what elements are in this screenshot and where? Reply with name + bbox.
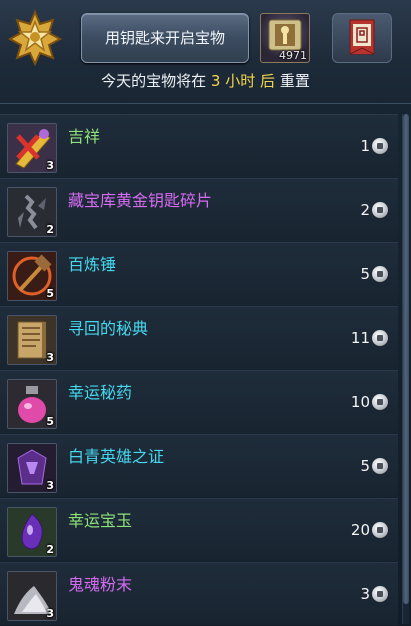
price-value: 3 (360, 585, 370, 603)
gem-icon: 2 (7, 507, 57, 557)
item-name: 寻回的秘典 (68, 319, 149, 338)
item-quantity: 5 (46, 415, 54, 428)
item-quantity: 3 (46, 607, 54, 620)
item-quantity: 2 (46, 543, 54, 556)
item-name: 幸运秘药 (68, 383, 133, 402)
open-with-key-button[interactable]: 用钥匙来开启宝物 (81, 13, 249, 63)
key-count: 4971 (279, 49, 307, 62)
price-value: 5 (360, 457, 370, 475)
header: 用钥匙来开启宝物 4971 今天的宝物将在 3 小时 后 重置 (0, 0, 411, 104)
item-quantity: 3 (46, 159, 54, 172)
price-value: 1 (360, 137, 370, 155)
scroll-thumb[interactable] (403, 114, 409, 604)
item-quantity: 5 (46, 287, 54, 300)
golden-key-slot[interactable]: 4971 (260, 13, 310, 63)
item-name: 藏宝库黄金钥匙碎片 (68, 191, 213, 210)
reset-suffix: 重置 (279, 72, 310, 90)
reset-unit: 小时 (225, 72, 256, 90)
list-item[interactable]: 3 寻回的秘典 11 (0, 306, 398, 369)
coin-icon (372, 202, 388, 218)
item-price: 5 (360, 456, 388, 476)
price-value: 5 (360, 265, 370, 283)
item-name: 白青英雄之证 (68, 447, 165, 466)
coin-icon (372, 138, 388, 154)
item-quantity: 3 (46, 351, 54, 364)
item-name: 百炼锤 (68, 255, 117, 274)
reset-hours: 3 (210, 72, 221, 90)
rank-emblem-icon (6, 8, 64, 67)
list-item[interactable]: 5 百炼锤 5 (0, 242, 398, 305)
item-price: 3 (360, 584, 388, 604)
treasure-shop-panel: 用钥匙来开启宝物 4971 今天的宝物将在 3 小时 后 重置 3 吉祥 1 2… (0, 0, 411, 626)
item-price: 1 (360, 136, 388, 156)
item-name: 幸运宝玉 (68, 511, 133, 530)
item-quantity: 2 (46, 223, 54, 236)
price-value: 2 (360, 201, 370, 219)
list-item[interactable]: 3 鬼魂粉末 3 (0, 562, 398, 625)
coin-icon (372, 394, 388, 410)
scroll-icon: 3 (7, 315, 57, 365)
list-item[interactable]: 3 白青英雄之证 5 (0, 434, 398, 497)
reset-timer-text: 今天的宝物将在 3 小时 后 重置 (0, 69, 411, 93)
powder-icon: 3 (7, 571, 57, 621)
list-scrollbar[interactable] (402, 114, 409, 624)
coin-icon (372, 522, 388, 538)
reset-after: 后 (260, 72, 276, 90)
item-price: 2 (360, 200, 388, 220)
coin-icon (372, 586, 388, 602)
item-quantity: 3 (46, 479, 54, 492)
item-price: 5 (360, 264, 388, 284)
item-name: 鬼魂粉末 (68, 575, 133, 594)
treasure-list: 3 吉祥 1 2 藏宝库黄金钥匙碎片 2 5 百炼锤 5 3 寻回的秘典 11 … (0, 114, 398, 626)
key-fragment-icon: 2 (7, 187, 57, 237)
price-value: 10 (350, 393, 370, 411)
hammer-icon: 5 (7, 251, 57, 301)
price-value: 11 (350, 329, 370, 347)
item-name: 吉祥 (68, 127, 101, 146)
coin-icon (372, 330, 388, 346)
reset-prefix: 今天的宝物将在 (101, 72, 207, 90)
potion-icon: 5 (7, 379, 57, 429)
list-item[interactable]: 3 吉祥 1 (0, 114, 398, 177)
shop-banner-button[interactable] (332, 13, 392, 63)
list-item[interactable]: 2 藏宝库黄金钥匙碎片 2 (0, 178, 398, 241)
price-value: 20 (350, 521, 370, 539)
hero-token-icon: 3 (7, 443, 57, 493)
coin-icon (372, 458, 388, 474)
lucky-charm-icon: 3 (7, 123, 57, 173)
item-price: 20 (351, 520, 388, 540)
item-price: 11 (351, 328, 388, 348)
shop-banner-icon (349, 19, 375, 55)
item-price: 10 (351, 392, 388, 412)
list-item[interactable]: 5 幸运秘药 10 (0, 370, 398, 433)
coin-icon (372, 266, 388, 282)
list-item[interactable]: 2 幸运宝玉 20 (0, 498, 398, 561)
